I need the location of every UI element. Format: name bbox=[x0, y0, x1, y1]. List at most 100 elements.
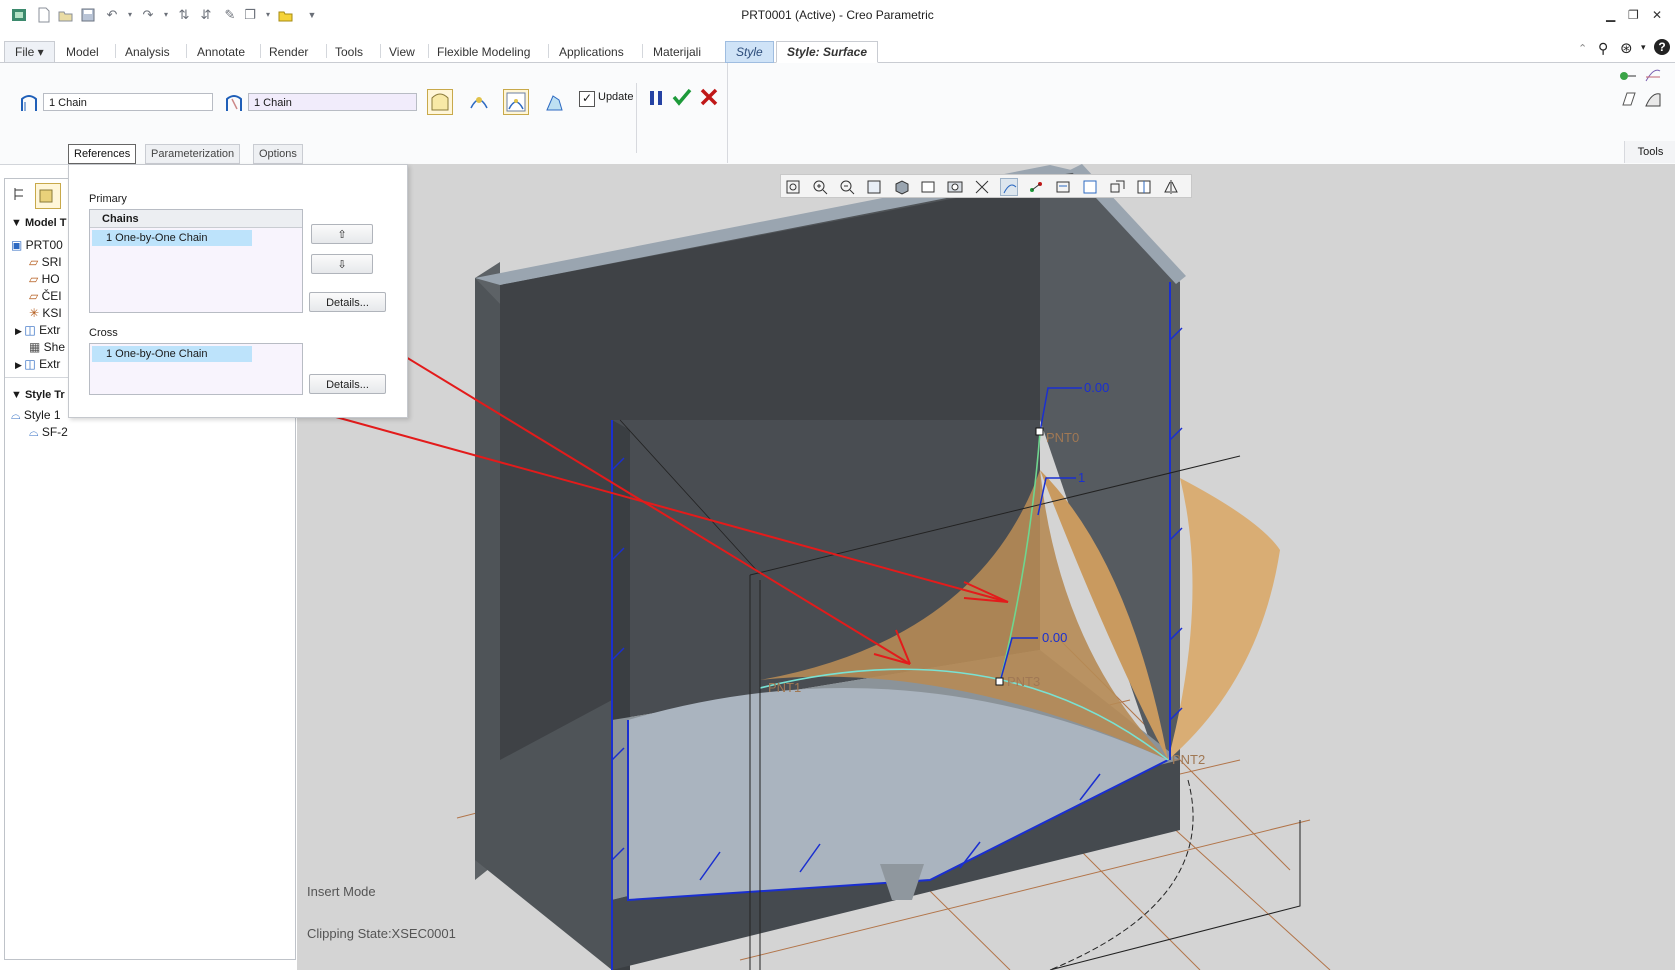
tab-file[interactable]: File ▾ bbox=[4, 41, 55, 62]
primary-chain-item[interactable]: 1 One-by-One Chain bbox=[92, 230, 252, 246]
tab-flexible-modeling[interactable]: Flexible Modeling bbox=[426, 41, 541, 62]
repaint-icon[interactable] bbox=[865, 178, 883, 196]
display-style-icon[interactable] bbox=[892, 178, 910, 196]
cross-chain-icon bbox=[224, 93, 244, 116]
expand-icon[interactable]: ▶ bbox=[15, 360, 24, 370]
tree-item-extrude[interactable]: ▶ ◫ Extr bbox=[15, 322, 60, 338]
cross-chains-list[interactable]: 1 One-by-One Chain bbox=[89, 343, 303, 395]
point-label-pnt0: PNT0 bbox=[1046, 430, 1080, 445]
tree-item-extrude[interactable]: ▶ ◫ Extr bbox=[15, 356, 60, 372]
tab-references[interactable]: References bbox=[68, 144, 137, 164]
primary-label: Primary bbox=[89, 193, 127, 205]
mirror-view-icon[interactable] bbox=[1162, 178, 1180, 196]
title-bar: ↶ ▾ ↷ ▾ ⇅ ⇵ ✎ ❐ ▾ ▼ PRT0001 (Active) - C… bbox=[0, 0, 1675, 32]
tab-model[interactable]: Model bbox=[55, 41, 110, 62]
coordinate-system-icon: ✳ bbox=[29, 306, 43, 320]
dashboard-divider bbox=[636, 83, 637, 153]
tree-item-plane[interactable]: ▱ SRI bbox=[29, 254, 62, 270]
window-title: PRT0001 (Active) - Creo Parametric bbox=[741, 8, 934, 22]
datum-plane-icon: ▱ bbox=[29, 255, 42, 269]
tab-style-surface[interactable]: Style: Surface bbox=[776, 41, 879, 63]
primary-chains-list[interactable]: Chains 1 One-by-One Chain bbox=[89, 209, 303, 313]
tab-annotate[interactable]: Annotate bbox=[186, 41, 256, 62]
folder-browser-tab-icon[interactable] bbox=[35, 183, 61, 209]
graphics-window[interactable]: PNT0 PNT1 PNT2 PNT3 0.00 1 0.00 Insert M… bbox=[297, 164, 1675, 970]
tab-materijali[interactable]: Materijali bbox=[642, 41, 712, 62]
tools-icon-1[interactable] bbox=[1619, 69, 1637, 86]
view-manager-icon[interactable] bbox=[946, 178, 964, 196]
restore-icon[interactable]: ❐ bbox=[1628, 8, 1639, 22]
dimension-label[interactable]: 1 bbox=[1078, 470, 1085, 485]
collapse-icon[interactable]: ▼ bbox=[11, 217, 25, 229]
connection-icon[interactable] bbox=[466, 89, 492, 115]
refit-icon[interactable] bbox=[784, 178, 802, 196]
tools-group-label[interactable]: Tools bbox=[1624, 141, 1675, 163]
cross-chain-field[interactable]: 1 Chain bbox=[248, 93, 417, 111]
datum-display-icon[interactable] bbox=[973, 178, 991, 196]
tree-item-surface[interactable]: ⌓ SF-2 bbox=[29, 424, 68, 440]
tab-render[interactable]: Render bbox=[258, 41, 319, 62]
tree-item-style[interactable]: ⌓ Style 1 bbox=[11, 407, 61, 423]
model-geometry[interactable] bbox=[297, 164, 1675, 970]
tree-item-plane[interactable]: ▱ HO bbox=[29, 271, 60, 287]
cross-details-button[interactable]: Details... bbox=[309, 374, 386, 394]
update-label: Update bbox=[598, 91, 634, 103]
move-down-button[interactable]: ⇩ bbox=[311, 254, 373, 274]
model-tree-tab-icon[interactable] bbox=[11, 185, 29, 206]
spin-center-icon[interactable] bbox=[1081, 178, 1099, 196]
annotation-display-icon[interactable] bbox=[1054, 178, 1072, 196]
community-icon[interactable]: ⊛ bbox=[1620, 39, 1633, 57]
tools-icon-2[interactable] bbox=[1644, 67, 1662, 88]
style-point-display-icon[interactable] bbox=[1027, 178, 1045, 196]
dimension-label[interactable]: 0.00 bbox=[1042, 630, 1067, 645]
clipping-status: Clipping State:XSEC0001 bbox=[307, 926, 456, 941]
tab-options[interactable]: Options bbox=[253, 144, 303, 164]
style-icon: ⌓ bbox=[11, 408, 24, 422]
help-icon[interactable]: ? bbox=[1654, 39, 1670, 55]
style-tree-header: ▼ Style Tr bbox=[11, 389, 65, 401]
apply-checkmark-icon[interactable] bbox=[672, 87, 692, 110]
collapse-icon[interactable]: ▼ bbox=[11, 389, 25, 401]
tab-parameterization[interactable]: Parameterization bbox=[145, 144, 241, 164]
perspective-icon[interactable] bbox=[1108, 178, 1126, 196]
tools-icon-4[interactable] bbox=[1644, 90, 1662, 111]
search-icon[interactable]: ⚲ bbox=[1598, 40, 1608, 57]
tree-item-plane[interactable]: ▱ ČEI bbox=[29, 288, 62, 304]
datum-plane-icon: ▱ bbox=[29, 289, 42, 303]
saved-orientations-icon[interactable] bbox=[919, 178, 937, 196]
tab-analysis[interactable]: Analysis bbox=[114, 41, 181, 62]
dimension-label[interactable]: 0.00 bbox=[1084, 380, 1109, 395]
view-toolbar bbox=[780, 174, 1192, 198]
zoom-in-icon[interactable] bbox=[811, 178, 829, 196]
style-surface-dashboard: 1 Chain 1 Chain ✓ Update Tools bbox=[0, 63, 1675, 165]
section-icon[interactable] bbox=[1135, 178, 1153, 196]
tree-item-csys[interactable]: ✳ KSI bbox=[29, 305, 62, 321]
minimize-ribbon-icon[interactable]: ⌃ bbox=[1578, 42, 1587, 55]
expand-icon[interactable]: ▶ bbox=[15, 326, 24, 336]
point-label-pnt3: PNT3 bbox=[1007, 674, 1041, 689]
minimize-icon[interactable]: ▁ bbox=[1606, 8, 1615, 22]
close-icon[interactable]: ✕ bbox=[1652, 8, 1662, 22]
ribbon-tab-row: File ▾ Model Analysis Annotate Render To… bbox=[0, 38, 1675, 63]
shell-icon: ▦ bbox=[29, 340, 44, 354]
primary-details-button[interactable]: Details... bbox=[309, 292, 386, 312]
primary-chain-field[interactable]: 1 Chain bbox=[43, 93, 213, 111]
update-checkbox[interactable]: ✓ bbox=[579, 91, 595, 107]
reparameterize-icon[interactable] bbox=[541, 89, 567, 115]
community-dropdown-icon[interactable]: ▾ bbox=[1641, 42, 1646, 53]
tab-style[interactable]: Style bbox=[725, 41, 774, 63]
cross-chain-item[interactable]: 1 One-by-One Chain bbox=[92, 346, 252, 362]
internal-curves-icon[interactable] bbox=[503, 89, 529, 115]
pause-icon[interactable] bbox=[648, 89, 664, 110]
curvature-display-icon[interactable] bbox=[1000, 178, 1018, 196]
tree-item-part[interactable]: ▣ PRT00 bbox=[11, 237, 63, 253]
tab-view[interactable]: View bbox=[378, 41, 426, 62]
tab-tools[interactable]: Tools bbox=[324, 41, 374, 62]
move-up-button[interactable]: ⇧ bbox=[311, 224, 373, 244]
tools-icon-3[interactable] bbox=[1619, 91, 1637, 110]
zoom-out-icon[interactable] bbox=[838, 178, 856, 196]
tree-item-shell[interactable]: ▦ She bbox=[29, 339, 65, 355]
cancel-x-icon[interactable] bbox=[700, 88, 718, 109]
tab-applications[interactable]: Applications bbox=[548, 41, 635, 62]
surface-preview-icon[interactable] bbox=[427, 89, 453, 115]
